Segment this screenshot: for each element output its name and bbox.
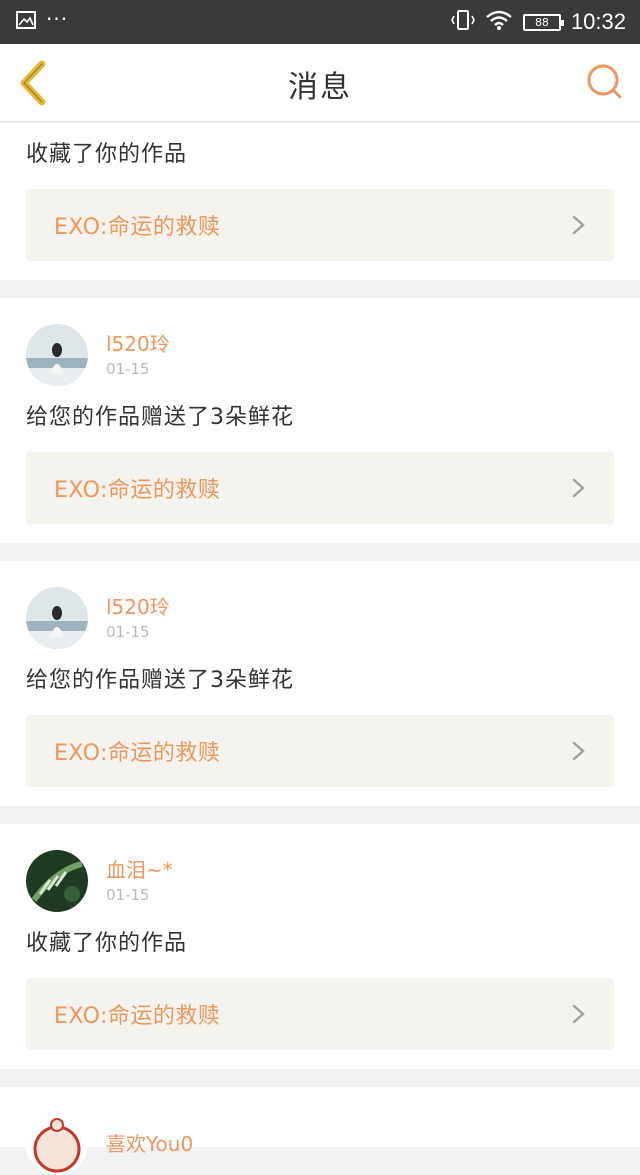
chevron-right-icon [572, 215, 585, 235]
user-name[interactable]: 血泪~* [106, 856, 173, 884]
message-date: 01-15 [106, 623, 150, 641]
battery-icon: 88 [522, 13, 564, 31]
avatar[interactable] [26, 324, 88, 386]
avatar[interactable] [26, 1113, 88, 1175]
work-title: EXO:命运的救赎 [54, 478, 221, 503]
user-info: 血泪~* 01-15 [106, 856, 173, 906]
user-row: 喜欢You0 [26, 1113, 614, 1175]
message-date: 01-15 [106, 886, 150, 904]
message-card: 血泪~* 01-15 收藏了你的作品 EXO:命运的救赎 [0, 824, 640, 1069]
user-info: l520玲 01-15 [106, 593, 170, 643]
user-name[interactable]: l520玲 [106, 593, 170, 621]
message-card: 收藏了你的作品 EXO:命运的救赎 [0, 123, 640, 280]
work-title: EXO:命运的救赎 [54, 215, 221, 240]
work-link[interactable]: EXO:命运的救赎 [26, 189, 614, 261]
user-info: l520玲 01-15 [106, 330, 170, 380]
user-info: 喜欢You0 [106, 1130, 193, 1158]
user-name[interactable]: l520玲 [106, 330, 170, 358]
message-action: 收藏了你的作品 [26, 142, 188, 167]
message-card: l520玲 01-15 给您的作品赠送了3朵鲜花 EXO:命运的救赎 [0, 561, 640, 806]
user-name[interactable]: 喜欢You0 [106, 1130, 193, 1158]
header: 消息 [0, 44, 640, 122]
search-button[interactable] [586, 63, 624, 101]
status-right: 88 10:32 [451, 9, 626, 35]
message-card: l520玲 01-15 给您的作品赠送了3朵鲜花 EXO:命运的救赎 [0, 298, 640, 543]
message-action: 给您的作品赠送了3朵鲜花 [26, 405, 294, 430]
image-icon [16, 11, 36, 33]
message-list: 收藏了你的作品 EXO:命运的救赎 l520玲 01-15 给您的作品赠送了3朵… [0, 123, 640, 1175]
work-title: EXO:命运的救赎 [54, 741, 221, 766]
work-link[interactable]: EXO:命运的救赎 [26, 452, 614, 524]
more-notifications-icon: ··· [46, 7, 69, 31]
user-row: 血泪~* 01-15 [26, 850, 614, 912]
chevron-right-icon [572, 1004, 585, 1024]
status-left: ··· [16, 7, 68, 33]
user-row: l520玲 01-15 [26, 324, 614, 386]
message-date: 01-15 [106, 360, 150, 378]
work-link[interactable]: EXO:命运的救赎 [26, 978, 614, 1050]
vibrate-icon [451, 9, 475, 35]
work-title: EXO:命运的救赎 [54, 1004, 221, 1029]
message-action: 给您的作品赠送了3朵鲜花 [26, 668, 294, 693]
avatar[interactable] [26, 850, 88, 912]
page-title: 消息 [288, 70, 352, 105]
wifi-icon [485, 9, 513, 35]
avatar[interactable] [26, 587, 88, 649]
search-icon [587, 64, 622, 99]
message-card: 喜欢You0 [0, 1087, 640, 1175]
message-action: 收藏了你的作品 [26, 931, 188, 956]
status-bar: ··· 88 10:32 [0, 0, 640, 44]
cartoon-avatar-image [26, 1113, 88, 1175]
chevron-right-icon [572, 478, 585, 498]
user-row: l520玲 01-15 [26, 587, 614, 649]
chevron-right-icon [572, 741, 585, 761]
girl-avatar-image [26, 587, 88, 649]
work-link[interactable]: EXO:命运的救赎 [26, 715, 614, 787]
girl-avatar-image [26, 324, 88, 386]
leaf-avatar-image [26, 850, 88, 912]
clock: 10:32 [570, 9, 626, 34]
